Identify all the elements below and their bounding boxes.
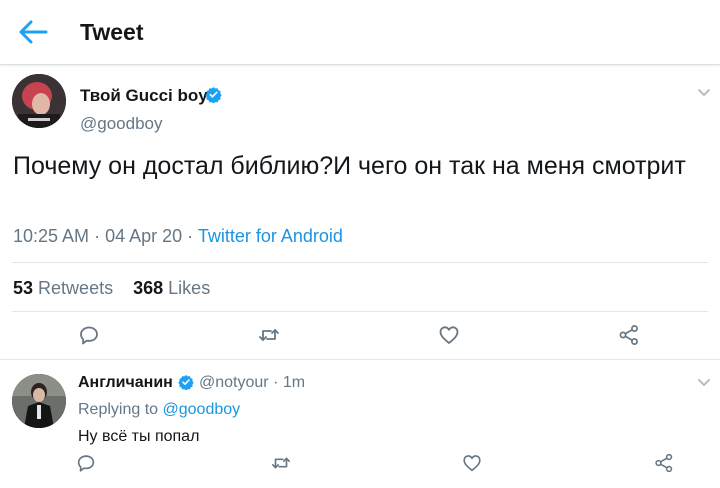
like-icon	[439, 326, 459, 344]
share-icon	[655, 453, 673, 473]
verified-badge-icon	[205, 86, 222, 103]
reply-text: Ну всё ты попал	[78, 428, 200, 445]
retweet-icon	[259, 329, 279, 341]
reply-time: 1m	[282, 374, 306, 391]
retweet-button[interactable]	[257, 323, 281, 347]
meta-separator: ·	[187, 226, 194, 246]
likes-count: 368	[133, 278, 164, 298]
like-icon	[463, 455, 481, 472]
share-button[interactable]	[617, 323, 641, 347]
retweets-count: 53	[13, 278, 34, 298]
avatar[interactable]	[12, 74, 66, 128]
reply-icon	[77, 455, 95, 472]
reply-menu-button[interactable]	[696, 376, 712, 388]
retweets-label: Retweets	[38, 278, 114, 298]
divider	[0, 359, 720, 360]
arrow-left-icon	[19, 20, 48, 44]
author-name[interactable]: Твой Gucci boy	[80, 86, 208, 106]
replying-to: Replying to @goodboy	[78, 401, 240, 419]
reply-author-name[interactable]: Англичанин	[78, 374, 173, 392]
tweet-stats: 53 Retweets 368 Likes	[13, 278, 210, 299]
meta-separator: ·	[94, 226, 101, 246]
reply-retweet-button[interactable]	[270, 452, 294, 476]
page-title: Tweet	[80, 19, 144, 45]
likes-stat[interactable]: 368 Likes	[133, 278, 210, 298]
tweet-time: 10:25 AM	[13, 226, 90, 246]
retweet-icon	[271, 457, 291, 469]
tweet-menu-button[interactable]	[696, 86, 712, 98]
meta-separator: ·	[273, 374, 279, 391]
verified-badge-icon	[178, 374, 194, 390]
reply-share-button[interactable]	[653, 452, 677, 476]
tweet-source-link[interactable]: Twitter for Android	[198, 226, 343, 246]
retweets-stat[interactable]: 53 Retweets	[13, 278, 113, 298]
reply-author-handle[interactable]: @notyour	[199, 374, 269, 391]
likes-label: Likes	[168, 278, 211, 298]
divider	[12, 311, 708, 312]
reply-button[interactable]	[77, 323, 101, 347]
replying-label: Replying to	[78, 401, 159, 418]
reply-icon	[80, 326, 98, 345]
like-button[interactable]	[437, 323, 461, 347]
chevron-down-icon	[698, 89, 710, 96]
share-icon	[619, 325, 638, 345]
tweet-text: Почему он достал библию?И чего он так на…	[13, 152, 686, 180]
tweet-meta: 10:25 AM · 04 Apr 20 · Twitter for Andro…	[13, 226, 343, 247]
back-button[interactable]	[16, 17, 50, 47]
chevron-down-icon	[698, 379, 710, 386]
author-handle[interactable]: @goodboy	[80, 114, 163, 134]
reply-like-button[interactable]	[461, 452, 485, 476]
divider	[12, 262, 708, 263]
tweet-date: 04 Apr 20	[105, 226, 183, 246]
reply-avatar[interactable]	[12, 374, 66, 428]
reply-handle-time: @notyour · 1m	[199, 374, 305, 392]
reply-reply-button[interactable]	[75, 452, 99, 476]
replying-mention-link[interactable]: @goodboy	[163, 401, 241, 418]
